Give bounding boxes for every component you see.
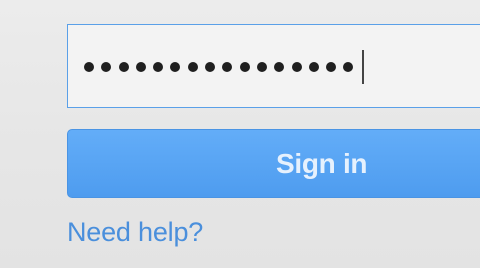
sign-in-button[interactable]: Sign in: [67, 129, 480, 198]
password-mask-dot: [118, 62, 129, 72]
password-mask-dot: [222, 62, 233, 72]
password-mask-dot: [205, 62, 216, 72]
password-mask-dot: [274, 62, 285, 72]
password-mask-dot: [326, 62, 337, 72]
password-mask-dot: [135, 62, 146, 72]
password-mask-dot: [343, 62, 354, 72]
password-mask-dot: [256, 62, 267, 72]
sign-in-button-label: Sign in: [276, 148, 368, 179]
password-mask-dot: [153, 62, 164, 72]
password-mask-dot: [101, 62, 112, 72]
password-mask-dot: [308, 62, 319, 72]
text-caret: [362, 50, 364, 84]
password-mask-dot: [291, 62, 302, 72]
password-mask-dot: [239, 62, 250, 72]
masked-password-value: [84, 57, 354, 77]
password-input[interactable]: [67, 24, 480, 108]
password-mask-dot: [170, 62, 181, 72]
password-mask-dot: [84, 62, 94, 72]
need-help-link[interactable]: Need help?: [67, 215, 203, 249]
password-mask-dot: [187, 62, 198, 72]
